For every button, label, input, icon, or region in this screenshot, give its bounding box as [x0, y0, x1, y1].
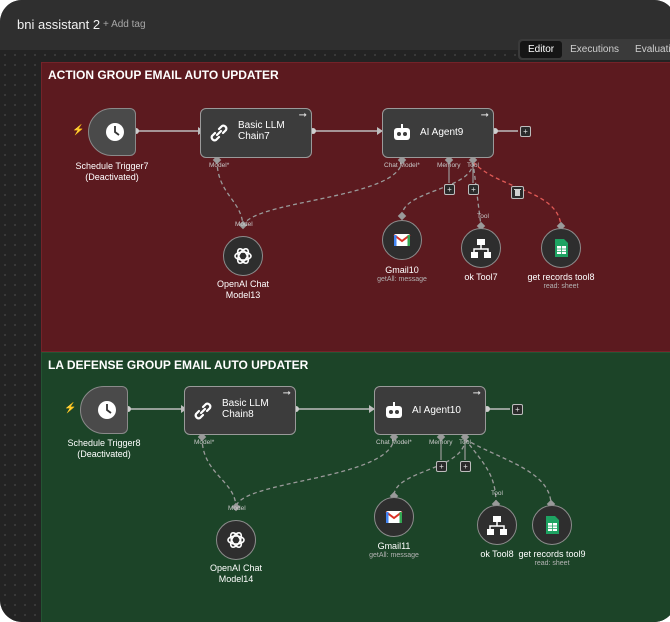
port-label: Model — [228, 505, 246, 512]
get-records-sheet-node[interactable] — [532, 505, 572, 545]
gmail-node[interactable] — [374, 497, 414, 537]
ai-agent-node[interactable]: AI Agent10 ➞ — [374, 386, 486, 435]
gmail-operation: getAll: message — [369, 552, 419, 559]
schedule-trigger-node[interactable] — [80, 386, 128, 434]
ok-tool-node[interactable] — [477, 505, 517, 545]
clock-icon — [98, 401, 116, 419]
openai-line1: OpenAI Chat — [209, 563, 263, 573]
add-node-button[interactable]: + — [512, 404, 523, 415]
chain-line1: Basic LLM — [222, 398, 269, 409]
trigger-name: Schedule Trigger8 — [67, 438, 141, 448]
chain-line2: Chain8 — [222, 409, 254, 420]
openai-icon — [227, 531, 245, 549]
port-label: Chat Model* — [376, 439, 412, 446]
network-icon — [487, 516, 507, 535]
node-label: OpenAI Chat Model14 — [181, 563, 291, 585]
trigger-state: (Deactivated) — [77, 449, 131, 459]
port-label: Tool — [459, 439, 471, 446]
agent-name: AI Agent10 — [412, 405, 461, 416]
sheets-icon — [546, 516, 559, 534]
open-arrow-icon[interactable]: ➞ — [283, 388, 291, 399]
open-arrow-icon[interactable]: ➞ — [473, 388, 481, 399]
port-label: Tool — [491, 490, 503, 497]
add-tool-button[interactable]: + — [460, 461, 471, 472]
node-label: Schedule Trigger8 (Deactivated) — [49, 438, 159, 460]
add-memory-button[interactable]: + — [436, 461, 447, 472]
bolt-icon: ⚡ — [64, 403, 77, 414]
openai-line2: Model14 — [218, 574, 254, 584]
sheet-operation: read: sheet — [534, 560, 570, 567]
port-label: Model* — [194, 439, 215, 446]
gmail-name: Gmail11 — [377, 541, 411, 551]
sheet-name: get records tool9 — [518, 549, 586, 559]
basic-llm-chain-node[interactable]: Basic LLM Chain8 ➞ — [184, 386, 296, 435]
node-label: Basic LLM Chain8 — [222, 398, 269, 420]
link-icon — [194, 402, 212, 420]
openai-chat-model-node[interactable] — [216, 520, 256, 560]
robot-icon — [386, 402, 402, 418]
gmail-icon — [385, 511, 403, 523]
window-frame: bni assistant 2 + Add tag Editor Executi… — [0, 0, 670, 622]
port-label: Memory — [429, 439, 453, 446]
